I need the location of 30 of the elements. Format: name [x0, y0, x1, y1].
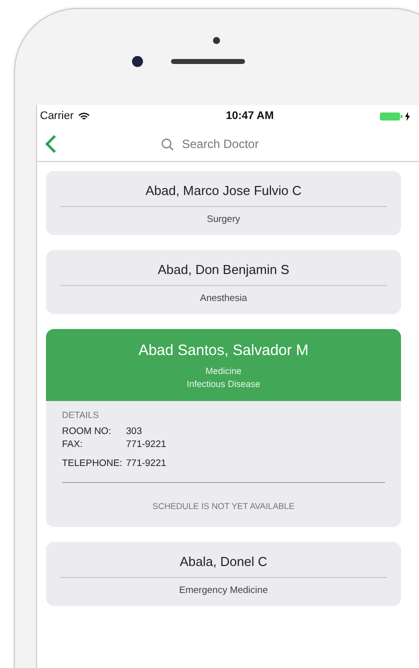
field-label: ROOM NO: — [62, 425, 112, 438]
battery-icon — [380, 112, 403, 120]
field-label: FAX: — [62, 438, 84, 451]
doctor-card[interactable]: Abad, Marco Jose Fulvio C Surgery — [46, 171, 401, 235]
search-field[interactable]: Search Doctor — [180, 136, 284, 152]
field-value: 303 — [126, 425, 142, 438]
schedule-message: SCHEDULE IS NOT YET AVAILABLE — [152, 501, 296, 511]
department-label: Emergency Medicine — [179, 585, 268, 596]
wifi-icon — [78, 112, 90, 120]
camera-icon — [132, 56, 143, 67]
field-value: 771-9221 — [126, 457, 166, 470]
doctor-name: Abad Santos, Salvador M — [138, 342, 309, 359]
doctor-card[interactable]: Abala, Donel C Emergency Medicine — [46, 542, 401, 606]
status-time: 10:47 AM — [226, 110, 274, 122]
department-label: Surgery — [206, 214, 240, 225]
doctor-card[interactable]: Abad, Don Benjamin S Anesthesia — [46, 250, 401, 314]
details-heading: DETAILS — [62, 410, 100, 420]
department-label: Infectious Disease — [186, 378, 260, 391]
field-value: 771-9221 — [126, 438, 166, 451]
doctor-name: Abala, Donel C — [180, 554, 268, 569]
doctor-card[interactable]: Abad Santos, Salvador M Medicine Infectious Disease DETAILS ROOM NO: 303 FAX: 771-9221 TELEPHONE: 771-9221 SCHEDULE IS NOT YET AVAILABLE — [46, 329, 401, 527]
back-chevron-icon[interactable] — [45, 134, 57, 154]
search-icon — [161, 138, 174, 150]
doctor-name: Abad, Don Benjamin S — [158, 262, 290, 277]
carrier-label: Carrier — [40, 110, 74, 122]
department-label: Anesthesia — [200, 293, 247, 304]
department-label: Medicine — [205, 365, 242, 378]
sensor-icon — [212, 37, 220, 44]
doctor-name: Abad, Marco Jose Fulvio C — [145, 183, 302, 198]
field-label: TELEPHONE: — [62, 457, 124, 470]
